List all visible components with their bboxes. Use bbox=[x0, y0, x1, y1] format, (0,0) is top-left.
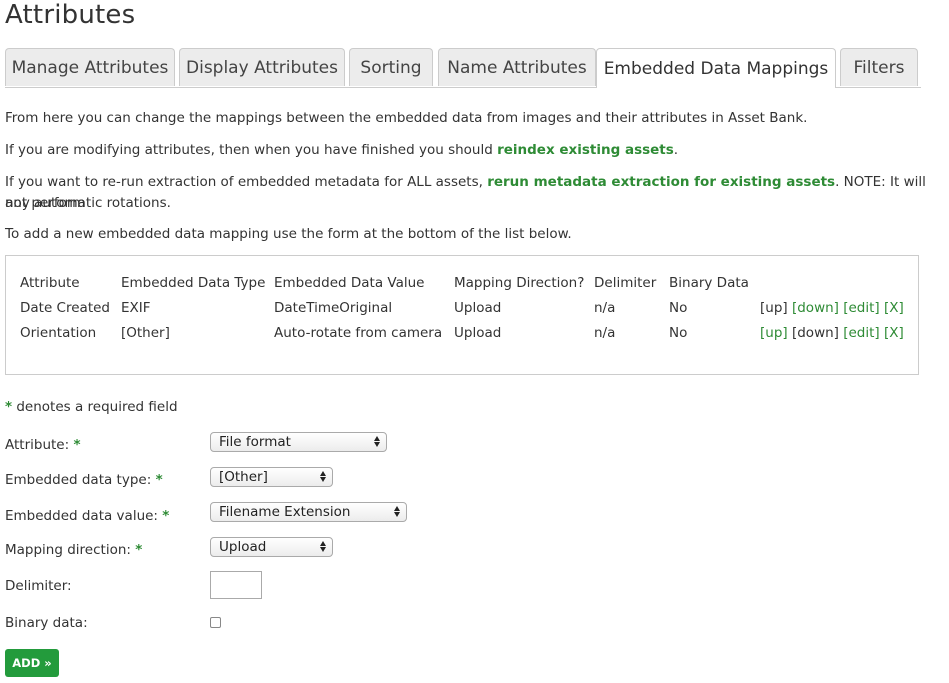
add-button[interactable]: ADD » bbox=[5, 649, 59, 677]
cell-delimiter: n/a bbox=[594, 325, 616, 341]
delete-link[interactable]: [X] bbox=[884, 325, 904, 341]
cell-value: Auto-rotate from camera bbox=[274, 325, 443, 341]
attribute-label: Attribute: * bbox=[5, 437, 81, 453]
direction-label: Mapping direction: * bbox=[5, 542, 142, 558]
cell-attribute: Date Created bbox=[20, 300, 110, 316]
select-arrows-icon bbox=[320, 540, 327, 553]
cell-type: [Other] bbox=[121, 325, 170, 341]
type-label: Embedded data type: * bbox=[5, 472, 163, 488]
type-select-value: [Other] bbox=[219, 469, 268, 485]
embedded-data-type-select[interactable]: [Other] bbox=[210, 467, 333, 487]
tab-bar: Manage Attributes Display Attributes Sor… bbox=[5, 48, 921, 88]
attribute-select-value: File format bbox=[219, 434, 291, 450]
rerun-extraction-link[interactable]: rerun metadata extraction for existing a… bbox=[487, 174, 835, 190]
tab-display-attributes[interactable]: Display Attributes bbox=[179, 48, 345, 86]
required-note: * denotes a required field bbox=[5, 399, 178, 415]
select-arrows-icon bbox=[320, 470, 327, 483]
cell-attribute: Orientation bbox=[20, 325, 97, 341]
intro-line-4: To add a new embedded data mapping use t… bbox=[5, 226, 572, 242]
header-embedded-data-value: Embedded Data Value bbox=[274, 275, 425, 291]
tab-manage-attributes[interactable]: Manage Attributes bbox=[5, 48, 175, 86]
required-note-text: denotes a required field bbox=[12, 399, 178, 415]
mapping-direction-select[interactable]: Upload bbox=[210, 537, 333, 557]
tab-embedded-data-mappings[interactable]: Embedded Data Mappings bbox=[596, 48, 836, 88]
header-delimiter: Delimiter bbox=[594, 275, 657, 291]
cell-binary: No bbox=[669, 325, 688, 341]
intro-line-2-text: If you are modifying attributes, then wh… bbox=[5, 142, 498, 158]
cell-direction: Upload bbox=[454, 300, 502, 316]
required-star: * bbox=[162, 508, 170, 524]
value-select-value: Filename Extension bbox=[219, 504, 351, 520]
select-arrows-icon bbox=[374, 435, 381, 448]
intro-line-3b: any automatic rotations. bbox=[5, 195, 171, 211]
intro-line-2-end: . bbox=[673, 142, 679, 158]
direction-select-value: Upload bbox=[219, 539, 267, 555]
value-label-text: Embedded data value: bbox=[5, 508, 158, 524]
edit-link[interactable]: [edit] bbox=[843, 300, 879, 316]
delimiter-input[interactable] bbox=[210, 571, 262, 599]
header-mapping-direction: Mapping Direction? bbox=[454, 275, 585, 291]
tab-sorting[interactable]: Sorting bbox=[349, 48, 433, 86]
cell-value: DateTimeOriginal bbox=[274, 300, 393, 316]
row-actions: [up] [down] [edit] [X] bbox=[760, 325, 904, 341]
direction-label-text: Mapping direction: bbox=[5, 542, 131, 558]
select-arrows-icon bbox=[394, 505, 401, 518]
cell-binary: No bbox=[669, 300, 688, 316]
required-star: * bbox=[73, 437, 81, 453]
move-up-disabled: [up] bbox=[760, 300, 788, 316]
row-actions: [up] [down] [edit] [X] bbox=[760, 300, 904, 316]
attribute-select[interactable]: File format bbox=[210, 432, 387, 452]
intro-line-2: If you are modifying attributes, then wh… bbox=[5, 140, 678, 161]
intro-line-1: From here you can change the mappings be… bbox=[5, 110, 808, 126]
delimiter-label: Delimiter: bbox=[5, 578, 72, 594]
binary-data-checkbox[interactable] bbox=[210, 617, 221, 628]
mappings-table: Attribute Embedded Data Type Embedded Da… bbox=[5, 255, 919, 375]
required-star: * bbox=[135, 542, 143, 558]
cell-direction: Upload bbox=[454, 325, 502, 341]
delete-link[interactable]: [X] bbox=[884, 300, 904, 316]
required-star: * bbox=[5, 399, 13, 415]
value-label: Embedded data value: * bbox=[5, 508, 169, 524]
cell-type: EXIF bbox=[121, 300, 151, 316]
type-label-text: Embedded data type: bbox=[5, 472, 152, 488]
binary-label: Binary data: bbox=[5, 615, 88, 631]
embedded-data-value-select[interactable]: Filename Extension bbox=[210, 502, 407, 522]
header-embedded-data-type: Embedded Data Type bbox=[121, 275, 266, 291]
attribute-label-text: Attribute: bbox=[5, 437, 70, 453]
move-up-link[interactable]: [up] bbox=[760, 325, 788, 341]
move-down-disabled: [down] bbox=[791, 325, 839, 341]
required-star: * bbox=[155, 472, 163, 488]
move-down-link[interactable]: [down] bbox=[792, 300, 839, 316]
reindex-link[interactable]: reindex existing assets bbox=[497, 142, 674, 158]
page: Attributes Manage Attributes Display Att… bbox=[0, 0, 949, 683]
header-binary-data: Binary Data bbox=[669, 275, 749, 291]
page-title: Attributes bbox=[5, 0, 136, 30]
cell-delimiter: n/a bbox=[594, 300, 616, 316]
intro-line-3-text: If you want to re-run extraction of embe… bbox=[5, 174, 488, 190]
tab-name-attributes[interactable]: Name Attributes bbox=[438, 48, 596, 86]
header-attribute: Attribute bbox=[20, 275, 80, 291]
tab-filters[interactable]: Filters bbox=[840, 48, 918, 86]
edit-link[interactable]: [edit] bbox=[843, 325, 879, 341]
